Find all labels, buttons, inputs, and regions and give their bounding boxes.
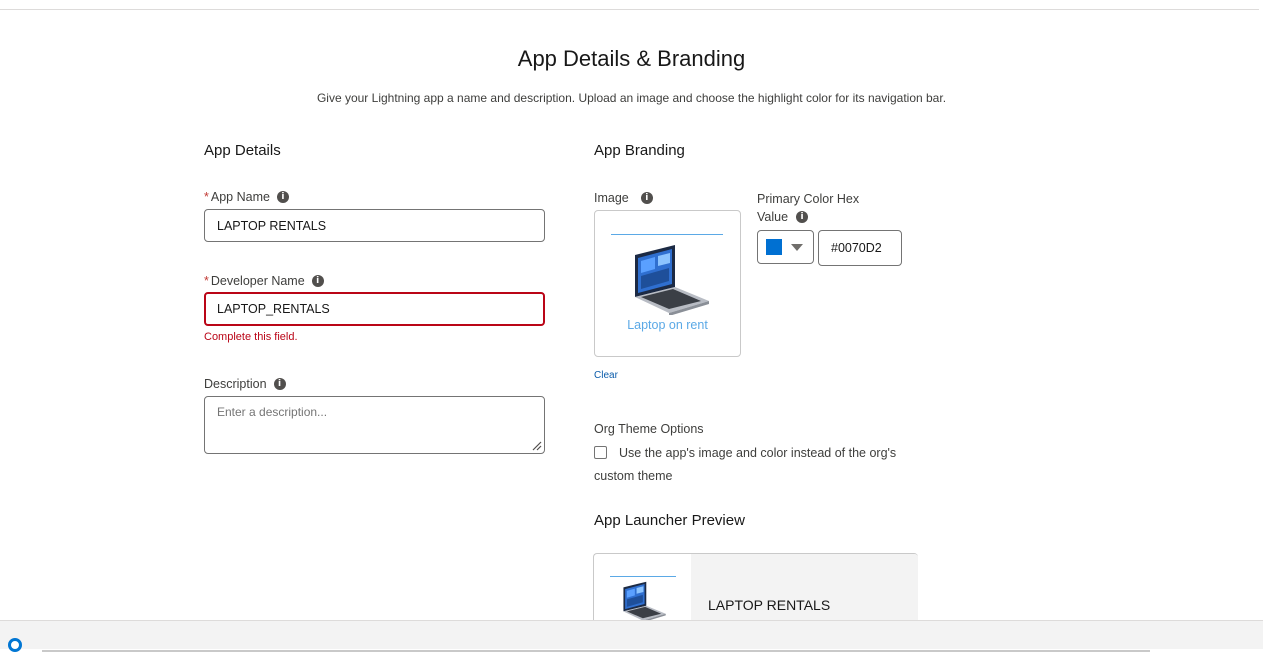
primary-color-label: Primary Color Hex (757, 192, 860, 206)
image-label: Image i (594, 191, 653, 205)
description-textarea[interactable] (204, 396, 545, 454)
progress-step-indicator[interactable] (8, 638, 22, 652)
app-launcher-preview-heading: App Launcher Preview (594, 512, 745, 529)
preview-divider (610, 576, 676, 577)
app-name-label-text: App Name (210, 190, 270, 204)
developer-name-error: Complete this field. (204, 331, 298, 343)
image-divider (611, 234, 723, 235)
developer-name-label: * Developer Name i (204, 274, 324, 288)
required-marker: * (204, 274, 209, 288)
description-label-text: Description (204, 377, 267, 391)
primary-color-label-text: Value (757, 210, 789, 224)
header-divider (0, 9, 1259, 10)
color-picker-button[interactable] (757, 230, 814, 264)
org-theme-heading: Org Theme Options (594, 422, 704, 436)
info-icon[interactable]: i (640, 192, 653, 204)
color-hex-input[interactable] (818, 230, 902, 266)
required-marker: * (204, 190, 209, 204)
org-theme-checkbox-label: Use the app's image and color instead of… (619, 446, 897, 460)
info-icon[interactable]: i (273, 378, 286, 390)
info-icon[interactable]: i (796, 211, 809, 223)
image-upload-box[interactable]: Laptop on rent (594, 210, 741, 357)
wizard-footer (0, 620, 1263, 652)
clear-image-link[interactable]: Clear (594, 370, 618, 381)
resize-grip-icon[interactable] (532, 441, 542, 451)
app-details-heading: App Details (204, 142, 281, 159)
app-name-input[interactable] (204, 209, 545, 242)
image-caption: Laptop on rent (627, 318, 708, 332)
color-swatch (766, 239, 782, 255)
developer-name-input[interactable] (204, 292, 545, 326)
preview-app-name: LAPTOP RENTALS (708, 597, 831, 613)
laptop-icon (635, 245, 709, 315)
page-subtitle: Give your Lightning app a name and descr… (316, 91, 947, 105)
org-theme-checkbox[interactable] (594, 446, 607, 459)
laptop-icon (623, 581, 666, 622)
info-icon[interactable]: i (276, 191, 289, 203)
app-name-label: * App Name i (204, 190, 289, 204)
image-label-text: Image (594, 191, 629, 205)
app-branding-heading: App Branding (594, 142, 685, 159)
info-icon[interactable]: i (311, 275, 324, 287)
primary-color-label-line2: Value i (757, 210, 809, 224)
developer-name-label-text: Developer Name (210, 274, 305, 288)
chevron-down-icon (791, 244, 803, 251)
description-label: Description i (204, 377, 286, 391)
org-theme-checkbox-label-line2: custom theme (594, 469, 673, 483)
page-title: App Details & Branding (517, 46, 746, 71)
